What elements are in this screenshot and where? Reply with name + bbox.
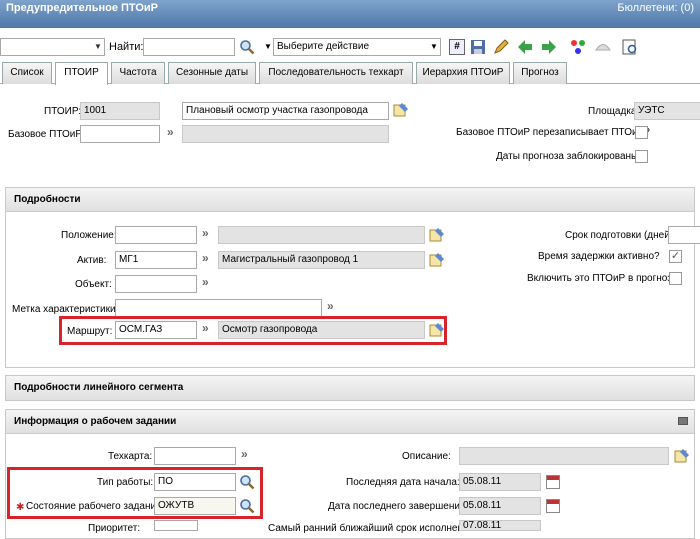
detail-menu-icon[interactable]: » [327, 299, 333, 313]
long-description-icon[interactable] [429, 252, 445, 268]
chevron-down-icon[interactable]: ▼ [264, 42, 272, 51]
search-icon[interactable] [239, 39, 255, 55]
tab-seasonal-dates[interactable]: Сезонные даты [168, 62, 256, 84]
action-select-value: Выберите действие [277, 41, 370, 52]
detail-menu-icon[interactable]: » [202, 275, 208, 289]
linear-section-header[interactable]: Подробности линейного сегмента [6, 376, 694, 400]
last-start-label: Последняя дата начала: [346, 477, 460, 488]
title-bar: Предупредительное ПТОиР Бюллетени: (0) [0, 0, 700, 28]
detail-menu-icon[interactable]: » [202, 251, 208, 265]
lead-time-field[interactable] [668, 226, 700, 244]
worktype-field[interactable]: ПО [154, 473, 236, 491]
search-icon[interactable] [239, 474, 255, 490]
location-label: Положение: [61, 230, 117, 241]
tab-forecast[interactable]: Прогноз [513, 62, 567, 84]
detail-menu-icon[interactable]: » [241, 447, 247, 461]
collapse-icon[interactable] [678, 417, 688, 425]
earliest-due-label: Самый ранний ближайший срок исполнения: [268, 523, 477, 534]
lead-time-label: Срок подготовки (дней): [565, 230, 676, 241]
long-description-icon[interactable] [429, 322, 445, 338]
detail-menu-icon[interactable]: » [202, 226, 208, 240]
priority-label: Приоритет: [88, 523, 141, 534]
workflow-icon[interactable] [570, 39, 586, 55]
action-select[interactable]: Выберите действие [273, 38, 441, 56]
arrow-left-icon[interactable] [517, 39, 533, 55]
tab-list[interactable]: Список [2, 62, 52, 84]
site-label: Площадка: [588, 106, 640, 117]
required-marker: ✱ [16, 502, 25, 513]
earliest-due-field[interactable]: 07.08.11 [459, 520, 541, 531]
ptoir-description-field[interactable]: Плановый осмотр участка газопровода [182, 102, 389, 120]
location-description-field [218, 226, 425, 244]
detail-menu-icon[interactable]: » [167, 125, 173, 139]
route-field[interactable]: ОСМ.ГАЗ [115, 321, 197, 339]
last-end-label: Дата последнего завершения: [328, 501, 469, 512]
tab-jobplan-sequence[interactable]: Последовательность техкарт [259, 62, 413, 84]
bulletins-link[interactable]: Бюллетени: (0) [617, 2, 694, 14]
last-start-field[interactable]: 05.08.11 [459, 473, 541, 491]
toolbar: ▼ Найти: ▼ Выберите действие ▼ # [0, 34, 700, 60]
new-record-icon[interactable]: # [449, 39, 465, 55]
ptoir-label: ПТОИР: [44, 106, 82, 117]
base-ptoir-field[interactable] [80, 125, 160, 143]
detail-menu-icon[interactable]: » [202, 321, 208, 335]
long-description-icon[interactable] [429, 227, 445, 243]
delay-active-checkbox[interactable]: ✓ [669, 250, 682, 263]
route-description-field: Осмотр газопровода [218, 321, 425, 339]
base-ptoir-description-field [182, 125, 389, 143]
overwrite-label: Базовое ПТОиР перезаписывает ПТОиР? [456, 127, 650, 138]
tab-frequency[interactable]: Частота [111, 62, 165, 84]
search-icon[interactable] [239, 498, 255, 514]
details-section-header[interactable]: Подробности [6, 188, 694, 212]
jobplan-field[interactable] [154, 447, 236, 465]
overwrite-checkbox[interactable] [635, 126, 648, 139]
include-forecast-checkbox[interactable] [669, 272, 682, 285]
object-field[interactable] [115, 275, 197, 293]
forecast-locked-label: Даты прогноза заблокированы? [496, 151, 644, 162]
object-label: Объект: [75, 279, 112, 290]
wo-status-label: Состояние рабочего задания: [26, 501, 165, 512]
tab-ptoir[interactable]: ПТОИР [55, 62, 108, 85]
find-label: Найти: [109, 41, 144, 53]
feature-field[interactable] [115, 299, 322, 317]
description-label: Описание: [402, 451, 451, 462]
chevron-down-icon[interactable]: ▼ [94, 42, 102, 51]
asset-field[interactable]: МГ1 [115, 251, 197, 269]
ptoir-field[interactable]: 1001 [80, 102, 160, 120]
linear-section: Подробности линейного сегмента [5, 375, 695, 401]
site-field[interactable]: УЭТС [634, 102, 700, 120]
long-description-icon[interactable] [674, 448, 690, 464]
feature-label: Метка характеристики: [12, 304, 119, 315]
search-input[interactable] [143, 38, 235, 56]
description-field[interactable] [459, 447, 669, 465]
jobplan-label: Техкарта: [108, 451, 153, 462]
workorder-section-header[interactable]: Информация о рабочем задании [6, 410, 694, 434]
worktype-label: Тип работы: [97, 477, 154, 488]
base-ptoir-label: Базовое ПТОиР: [8, 129, 85, 140]
delay-active-label: Время задержки активно? [538, 251, 660, 262]
edit-pencil-icon[interactable] [493, 39, 509, 55]
asset-description-field: Магистральный газопровод 1 [218, 251, 425, 269]
long-description-icon[interactable] [393, 102, 409, 118]
asset-label: Актив: [77, 255, 107, 266]
calendar-icon[interactable] [546, 499, 560, 513]
location-field[interactable] [115, 226, 197, 244]
tab-bar: Список ПТОИР Частота Сезонные даты После… [0, 62, 700, 85]
view-list-icon[interactable] [622, 39, 638, 55]
app-title: Предупредительное ПТОиР [6, 2, 159, 14]
priority-field[interactable] [154, 520, 198, 531]
arrow-right-icon[interactable] [541, 39, 557, 55]
query-select[interactable] [0, 38, 105, 56]
help-hat-icon[interactable] [595, 39, 611, 55]
forecast-locked-checkbox[interactable] [635, 150, 648, 163]
last-end-field[interactable]: 05.08.11 [459, 497, 541, 515]
wo-status-field[interactable]: ОЖУТВ [154, 497, 236, 515]
tab-ptoir-hierarchy[interactable]: Иерархия ПТОиР [416, 62, 510, 84]
route-label: Маршрут: [67, 326, 113, 337]
chevron-down-icon[interactable]: ▼ [430, 42, 438, 51]
save-icon[interactable] [470, 39, 486, 55]
include-forecast-label: Включить это ПТОиР в прогноз? [527, 273, 678, 284]
calendar-icon[interactable] [546, 475, 560, 489]
